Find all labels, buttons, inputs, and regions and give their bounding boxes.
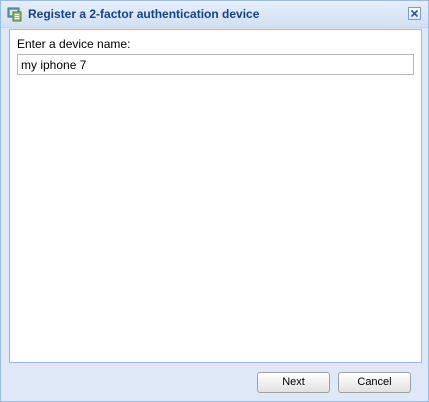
dialog-footer: Next Cancel bbox=[1, 363, 428, 401]
device-name-label: Enter a device name: bbox=[17, 37, 131, 51]
dialog-titlebar[interactable]: Register a 2-factor authentication devic… bbox=[1, 1, 428, 28]
close-icon bbox=[410, 9, 419, 18]
dialog-title: Register a 2-factor authentication devic… bbox=[28, 7, 260, 21]
device-register-icon bbox=[7, 6, 23, 22]
register-device-dialog: Register a 2-factor authentication devic… bbox=[0, 0, 429, 402]
close-button[interactable] bbox=[408, 7, 421, 20]
device-name-input[interactable] bbox=[17, 54, 414, 75]
cancel-button[interactable]: Cancel bbox=[338, 372, 411, 393]
next-button[interactable]: Next bbox=[257, 372, 330, 393]
dialog-body: Enter a device name: bbox=[9, 29, 422, 363]
